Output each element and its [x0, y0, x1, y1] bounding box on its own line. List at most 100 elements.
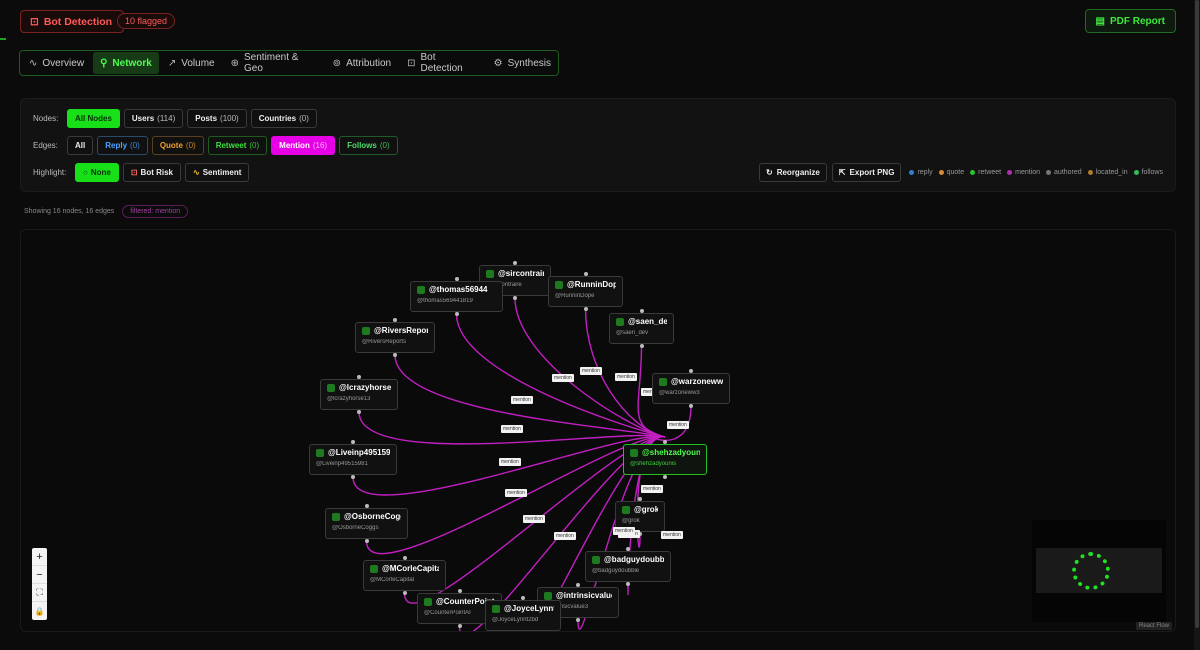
connection-handle[interactable] [583, 272, 588, 276]
connection-handle[interactable] [689, 404, 693, 408]
filter-quote[interactable]: Quote (0) [151, 136, 204, 155]
tab-sentiment-geo[interactable]: ⊕ Sentiment & Geo [224, 52, 324, 74]
filter-reply[interactable]: Reply (0) [97, 136, 148, 155]
bot-icon: ⊡ [130, 168, 138, 177]
highlight-none[interactable]: ○ None [75, 163, 119, 182]
node-name-row: @badguydoubble [592, 555, 664, 564]
export-png-button[interactable]: ⇱ Export PNG [831, 163, 902, 182]
tab-synthesis[interactable]: ⚙ Synthesis [487, 52, 558, 74]
minimap[interactable] [1032, 520, 1166, 622]
zoom-out-button[interactable]: − [32, 566, 47, 584]
connection-handle[interactable] [576, 618, 580, 622]
reorganize-button[interactable]: ↻ Reorganize [759, 163, 827, 182]
tab-label: Synthesis [507, 57, 551, 69]
pdf-report-button[interactable]: ▤ PDF Report [1084, 9, 1176, 33]
node-name: @saen_dev [628, 317, 667, 326]
connection-handle[interactable] [521, 631, 525, 632]
bot-detection-button[interactable]: ⊡ Bot Detection [20, 10, 125, 33]
filter-all-edges[interactable]: All [67, 136, 94, 155]
connection-handle[interactable] [351, 475, 355, 479]
user-node[interactable]: @OsborneCoggs @OsborneCoggs [325, 508, 408, 539]
bot-icon: ⊡ [407, 57, 416, 69]
highlight-sentiment[interactable]: ∿ Sentiment [185, 163, 250, 182]
legend-dot [909, 170, 915, 175]
fit-view-button[interactable]: ⛶ [32, 584, 47, 602]
lock-button[interactable]: 🔒 [32, 602, 47, 620]
connection-handle[interactable] [626, 582, 630, 586]
node-name: @JoyceLynnt2bd [504, 604, 554, 613]
node-name: @lcrazyhorse13 [339, 383, 391, 392]
chip-count: (100) [220, 114, 239, 123]
connection-handle[interactable] [639, 309, 644, 313]
user-node[interactable]: @RiversReports @RiversReports [355, 322, 435, 353]
user-node[interactable]: @Liveinp49515981 @Liveinp49515981 [309, 444, 397, 475]
connection-handle[interactable] [576, 583, 580, 587]
filter-retweet[interactable]: Retweet (0) [207, 136, 268, 155]
tab-label: Network [112, 57, 152, 69]
user-node[interactable]: @thomas56944 @thomas569441819 [410, 281, 503, 312]
filter-posts[interactable]: Posts (100) [187, 109, 247, 128]
node-name-row: @OsborneCoggs [332, 512, 401, 521]
zoom-in-button[interactable]: + [32, 548, 47, 566]
page-scrollbar[interactable] [1194, 0, 1200, 650]
highlight-bot-risk[interactable]: ⊡ Bot Risk [122, 163, 181, 182]
user-node[interactable]: @warzoneww3 @warzoneww3 [652, 373, 730, 404]
connection-handle[interactable] [402, 591, 407, 595]
hub-node[interactable]: @shehzadyounis @shehzadyounis [623, 444, 707, 475]
chip-label: All Nodes [75, 114, 112, 123]
connection-handle[interactable] [454, 277, 459, 281]
connection-handle[interactable] [393, 353, 397, 357]
tab-attribution[interactable]: ⊚ Attribution [326, 52, 398, 74]
filter-follows[interactable]: Follows (0) [339, 136, 398, 155]
user-icon [555, 280, 563, 289]
user-node[interactable]: @lcrazyhorse13 @lcrazyhorse13 [320, 379, 398, 410]
edge-label: mention [613, 527, 635, 535]
connection-handle[interactable] [689, 369, 693, 373]
user-node[interactable]: @RunninDope @RunninDope [548, 276, 623, 307]
connection-handle[interactable] [393, 318, 397, 322]
connection-handle[interactable] [521, 596, 525, 600]
connection-handle[interactable] [402, 556, 407, 560]
connection-handle[interactable] [357, 375, 361, 379]
connection-handle[interactable] [364, 539, 369, 543]
node-name: @warzoneww3 [671, 377, 723, 386]
zoom-controls: + − ⛶ 🔒 [32, 548, 47, 620]
connection-handle[interactable] [351, 440, 355, 444]
tab-overview[interactable]: ∿ Overview [22, 52, 91, 74]
chip-label: None [90, 168, 111, 177]
trend-icon: ↗ [167, 57, 177, 69]
connection-handle[interactable] [583, 307, 588, 311]
tab-bot-detection[interactable]: ⊡ Bot Detection [400, 52, 485, 74]
graph-tools: ↻ Reorganize ⇱ Export PNG reply quote retwee… [759, 163, 1163, 182]
user-node[interactable]: @badguydoubble @badguydoubble [585, 551, 671, 582]
connection-handle[interactable] [364, 504, 369, 508]
connection-handle[interactable] [663, 440, 667, 444]
connection-handle[interactable] [638, 497, 642, 501]
filter-mention[interactable]: Mention (16) [271, 136, 336, 155]
filter-all-nodes[interactable]: All Nodes [67, 109, 120, 128]
node-handle: @MCorleCapital [370, 577, 415, 583]
connection-handle[interactable] [357, 410, 361, 414]
connection-handle[interactable] [457, 624, 462, 628]
legend-label: retweet [978, 169, 1002, 176]
network-graph-canvas[interactable]: @sircontraire@sircontrairemention@thomas… [20, 229, 1176, 632]
connection-handle[interactable] [454, 312, 459, 316]
user-node[interactable]: @JoyceLynnt2bd @JoyceLynnt2bd [485, 600, 561, 631]
user-icon [370, 564, 378, 573]
connection-handle[interactable] [663, 475, 667, 479]
tab-volume[interactable]: ↗ Volume [161, 52, 222, 74]
react-flow-attribution[interactable]: React Flow [1135, 622, 1172, 630]
connection-handle[interactable] [626, 547, 630, 551]
tab-network[interactable]: ⚲ Network [93, 52, 159, 74]
filter-users[interactable]: Users (114) [123, 109, 184, 128]
filter-countries[interactable]: Countries (0) [250, 109, 317, 128]
top-bar: ⊡ Bot Detection 10 flagged ▤ PDF Report [0, 0, 1200, 44]
node-name-row: @intrinsicvalue3 [544, 591, 612, 600]
connection-handle[interactable] [457, 589, 462, 593]
user-node[interactable]: @MCorleCapital @MCorleCapital [363, 560, 446, 591]
connection-handle[interactable] [513, 261, 517, 265]
user-node[interactable]: @saen_dev @saen_dev [609, 313, 674, 344]
connection-handle[interactable] [639, 344, 644, 348]
scrollbar-thumb[interactable] [1195, 0, 1199, 628]
connection-handle[interactable] [513, 296, 517, 300]
